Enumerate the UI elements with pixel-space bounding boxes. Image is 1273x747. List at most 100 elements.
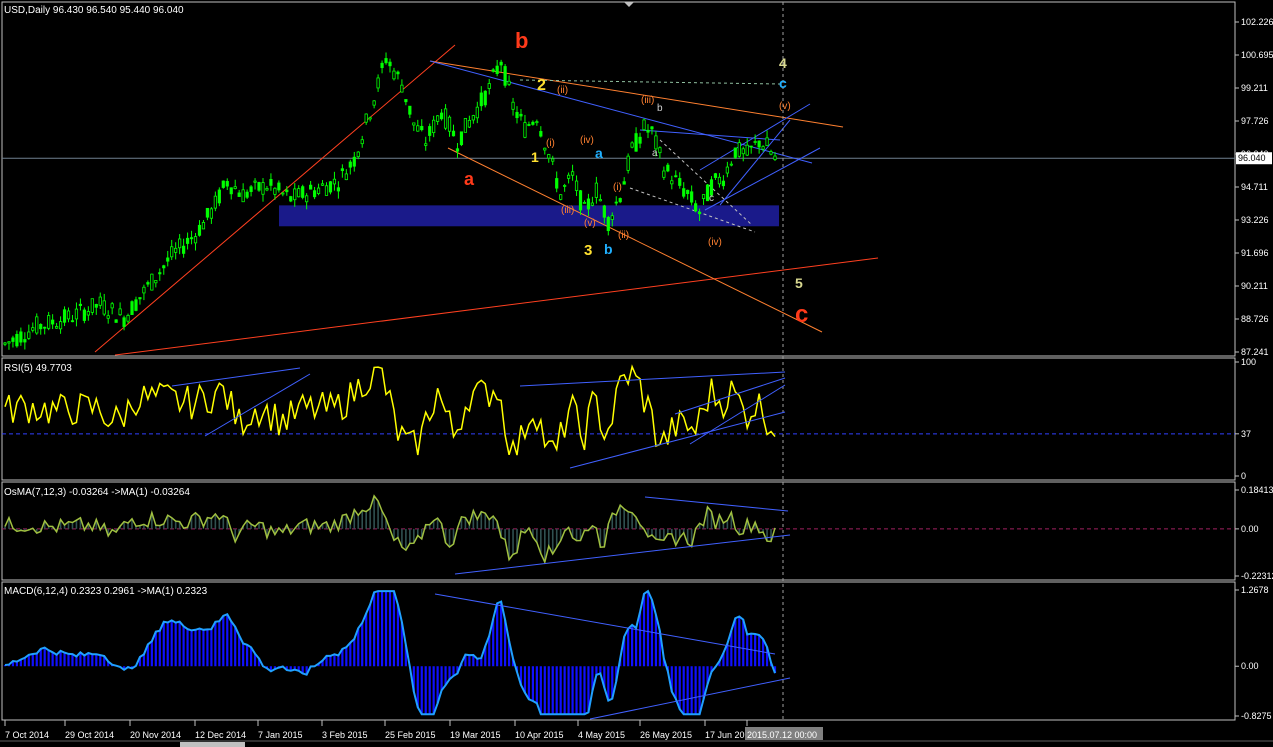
candle-body <box>372 100 376 106</box>
pane-border-1 <box>1 357 1236 481</box>
candle-body <box>400 84 404 93</box>
candle-body <box>78 303 83 306</box>
candle-body <box>753 141 757 143</box>
price-tick-label: 100.695 <box>1241 50 1273 60</box>
candle-body <box>340 168 344 172</box>
wave-label: c <box>709 193 714 204</box>
time-tick-label: 19 Mar 2015 <box>450 730 501 740</box>
chart-window[interactable]: b a c 2 1 3 4 5 c a b (ii) (i) (iv) (iii) (v) (i) (ii) (ii… <box>0 0 1273 747</box>
rsi-tick-label: 0 <box>1241 471 1246 481</box>
time-tick-label: 20 Nov 2014 <box>130 730 181 740</box>
macd-tick-label: -0.8275 <box>1241 711 1272 721</box>
wave-label: 4 <box>779 55 787 71</box>
candle-body <box>360 139 364 145</box>
candle-body <box>475 106 479 119</box>
candle-body <box>122 317 126 327</box>
time-tick-label: 26 May 2015 <box>640 730 692 740</box>
candle-body <box>590 202 595 206</box>
wave-label: (iii) <box>561 205 574 216</box>
candle-body <box>237 192 241 197</box>
candle-body <box>285 189 289 193</box>
candle-body <box>416 125 420 132</box>
candle-body <box>58 321 63 330</box>
candle-body <box>467 119 471 128</box>
wave-label: (iii) <box>641 95 654 106</box>
candle-body <box>713 173 718 178</box>
wave-label: (ii) <box>618 230 629 241</box>
candle-body <box>535 121 539 124</box>
candle-body <box>368 117 372 120</box>
candle-body <box>328 181 333 193</box>
time-tick-label: 10 Apr 2015 <box>515 730 564 740</box>
candle-body <box>670 180 674 185</box>
candle-body <box>626 155 630 171</box>
candle-body <box>424 143 428 146</box>
candle-body <box>102 300 106 315</box>
candle-body <box>126 314 130 322</box>
osma-pane[interactable] <box>2 494 1235 575</box>
candle-body <box>741 148 745 155</box>
candle-body <box>245 191 249 198</box>
macd-pane[interactable] <box>3 589 791 720</box>
wave-label: a <box>595 145 603 161</box>
candle-body <box>213 195 217 209</box>
candle-body <box>253 180 257 183</box>
price-tick-label: 88.726 <box>1241 314 1269 324</box>
rsi-trend-line <box>674 377 786 415</box>
macd-label: MACD(6,12,4) 0.2323 0.2961 ->MA(1) 0.232… <box>4 586 208 597</box>
candle-body <box>539 131 543 137</box>
wave-label: (iv) <box>708 237 722 248</box>
candle-body <box>19 331 23 343</box>
candle-body <box>316 187 321 194</box>
price-tick-label: 93.226 <box>1241 215 1269 225</box>
candle-body <box>201 222 206 230</box>
candle-body <box>150 273 154 291</box>
candle-body <box>447 116 452 132</box>
candle-body <box>479 92 483 107</box>
wave-label: 2 <box>537 77 546 94</box>
price-pane[interactable]: b a c 2 1 3 4 5 c a b (ii) (i) (iv) (iii) (v) (i) (ii) (ii… <box>2 2 1235 720</box>
candle-body <box>185 237 190 244</box>
candle-body <box>43 326 47 329</box>
candle-body <box>404 99 408 103</box>
candle-body <box>31 327 35 331</box>
symbol-label: USD,Daily 96.430 96.540 95.440 96.040 <box>4 5 184 16</box>
rsi-pane[interactable] <box>2 364 1235 469</box>
candle-body <box>634 133 638 152</box>
candle-body <box>162 265 166 269</box>
candle-body <box>182 245 186 254</box>
candle-body <box>257 182 261 191</box>
candle-body <box>11 337 15 342</box>
candle-body <box>745 144 749 156</box>
wave-label: 3 <box>584 242 592 259</box>
candle-body <box>658 147 662 154</box>
candle-body <box>654 135 658 150</box>
candle-body <box>682 188 686 197</box>
candle-body <box>54 326 59 329</box>
candle-body <box>388 61 392 67</box>
candle-body <box>146 282 150 285</box>
wave-label: a <box>464 169 475 189</box>
chart-canvas[interactable]: b a c 2 1 3 4 5 c a b (ii) (i) (iv) (iii) (v) (i) (ii) (ii… <box>0 0 1273 747</box>
candle-body <box>463 117 468 133</box>
candle-body <box>396 71 400 75</box>
time-tick-label: 2015.07.12 00:00 <box>747 730 817 740</box>
candle-body <box>82 309 86 321</box>
osma-label: OsMA(7,12,3) -0.03264 ->MA(1) -0.03264 <box>4 487 190 498</box>
wave-label: b <box>604 241 613 257</box>
rsi-trend-line <box>519 371 786 387</box>
channel-up-2 <box>704 147 821 211</box>
candle-body <box>749 145 753 148</box>
candle-body <box>646 129 650 133</box>
candle-body <box>70 320 75 323</box>
candle-body <box>134 299 138 311</box>
rsi-trend-line <box>204 373 311 437</box>
candle-body <box>459 131 464 146</box>
shift-marker <box>624 2 634 7</box>
wave-label: b <box>657 103 663 114</box>
trend-line-lower-red <box>114 257 879 356</box>
price-tick-label: 90.211 <box>1241 281 1268 291</box>
candle-body <box>229 187 233 195</box>
candle-body <box>495 65 499 74</box>
candle-body <box>277 182 281 191</box>
